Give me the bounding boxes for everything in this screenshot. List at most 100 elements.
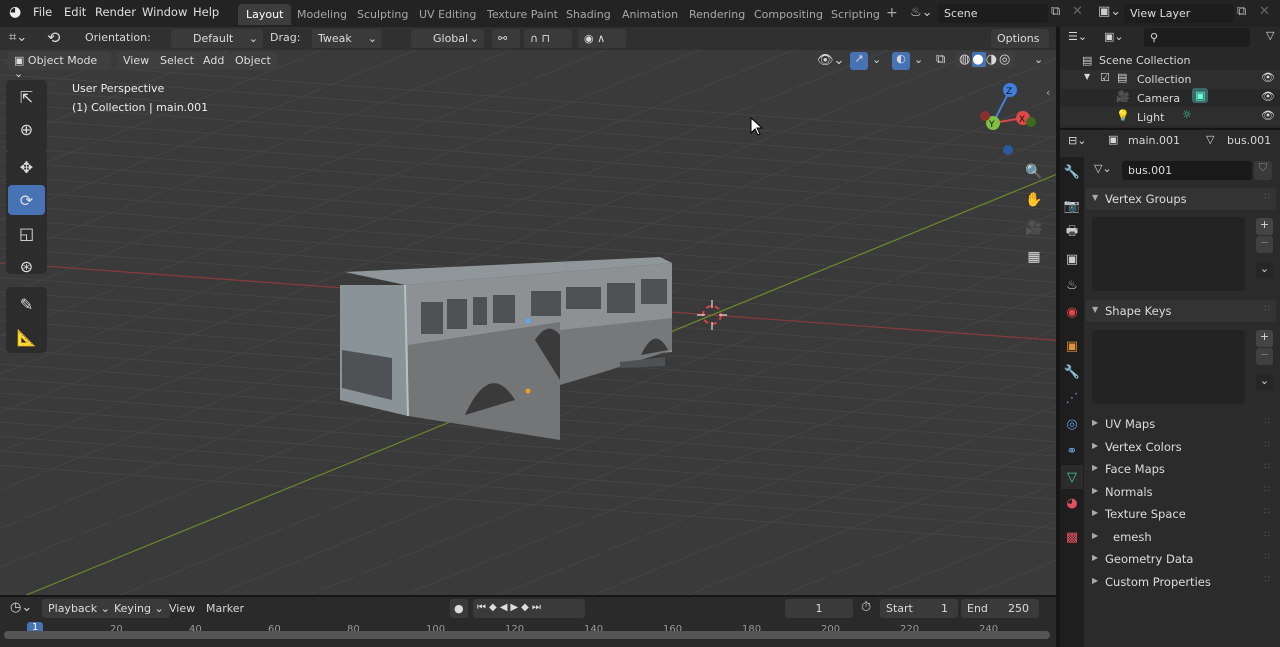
vertex-groups-list[interactable] bbox=[1092, 217, 1245, 291]
properties-tab-mesh-data-icon[interactable]: ▽ bbox=[1061, 465, 1083, 489]
xray-icon[interactable]: ⧉ bbox=[936, 52, 945, 67]
navigation-gizmo[interactable]: Z X Y bbox=[970, 80, 1045, 160]
mesh-data-field[interactable]: bus.001 bbox=[1122, 161, 1252, 180]
properties-tab-view-layer-icon[interactable]: ▣ bbox=[1061, 247, 1083, 271]
visibility-icon[interactable]: 👁⌄ bbox=[817, 53, 844, 68]
drag-grip-icon[interactable]: ∷ bbox=[1264, 575, 1270, 585]
outliner-item-scene-collection[interactable]: Scene Collection bbox=[1099, 54, 1190, 67]
tab-shading[interactable]: Shading bbox=[558, 4, 619, 25]
properties-tab-physics-icon[interactable]: ◎ bbox=[1061, 412, 1083, 436]
menu-window[interactable]: Window bbox=[142, 5, 187, 19]
properties-tab-material-icon[interactable]: ◕ bbox=[1061, 491, 1083, 515]
panel-custom-properties[interactable]: ▶ Custom Properties ∷ bbox=[1086, 571, 1276, 593]
add-shape-key-button[interactable]: + bbox=[1256, 330, 1273, 347]
eye-icon[interactable]: 👁 bbox=[1261, 90, 1275, 103]
tab-layout[interactable]: Layout bbox=[238, 4, 292, 25]
scene-selector-icon[interactable]: ♨⌄ bbox=[910, 5, 933, 20]
mesh-name[interactable]: bus.001 bbox=[1227, 134, 1271, 147]
eye-icon[interactable]: 👁 bbox=[1261, 109, 1275, 122]
view-layer-field[interactable]: View Layer bbox=[1124, 4, 1234, 23]
timeline-editor-icon[interactable]: ◷⌄ bbox=[10, 600, 32, 615]
menu-object[interactable]: Object bbox=[229, 52, 277, 70]
menu-keying[interactable]: Keying ⌄ bbox=[108, 599, 170, 618]
drag-grip-icon[interactable]: ∷ bbox=[1264, 485, 1270, 495]
properties-tab-constraints-icon[interactable]: ⚭ bbox=[1061, 439, 1083, 463]
tab-texture-paint[interactable]: Texture Paint bbox=[479, 4, 566, 25]
orientation-dropdown[interactable]: Default ⌄ bbox=[171, 29, 263, 48]
properties-tab-particles-icon[interactable]: ⋰ bbox=[1061, 386, 1083, 410]
options-dropdown[interactable]: Options ⌄ bbox=[991, 29, 1049, 58]
next-keyframe-icon[interactable]: ◆ bbox=[521, 602, 532, 613]
view-layer-filter-icon[interactable]: ▣⌄ bbox=[1104, 30, 1124, 43]
zoom-icon[interactable]: 🔍 bbox=[1022, 160, 1046, 184]
filter-icon[interactable]: ▽ bbox=[1266, 29, 1274, 42]
drag-grip-icon[interactable]: ∷ bbox=[1264, 507, 1270, 517]
properties-tab-object-icon[interactable]: ▣ bbox=[1061, 334, 1083, 358]
drag-grip-icon[interactable]: ∷ bbox=[1264, 530, 1270, 540]
panel-texture-space[interactable]: ▶ Texture Space ∷ bbox=[1086, 503, 1276, 525]
remove-vertex-group-button[interactable]: − bbox=[1256, 236, 1273, 253]
pivot-point-icon[interactable]: ⚯ bbox=[492, 29, 520, 48]
new-view-layer-icon[interactable]: ⧉ bbox=[1237, 4, 1246, 19]
drag-grip-icon[interactable]: ∷ bbox=[1264, 462, 1270, 472]
properties-tab-texture-icon[interactable]: ▩ bbox=[1061, 525, 1083, 549]
new-scene-icon[interactable]: ⧉ bbox=[1051, 4, 1060, 19]
jump-end-icon[interactable]: ⏭ bbox=[532, 602, 544, 613]
camera-view-icon[interactable]: 🎥 bbox=[1022, 216, 1046, 240]
shading-modes[interactable]: ◍●◑◎ bbox=[956, 51, 1016, 68]
3d-viewport[interactable]: ▣ Object Mode ⌄ View Select Add Object 👁… bbox=[0, 50, 1056, 595]
wireframe-shading-icon[interactable]: ◍ bbox=[959, 52, 972, 67]
panel-shape-keys[interactable]: ▼ Shape Keys ∷ bbox=[1086, 300, 1276, 322]
tab-uv-editing[interactable]: UV Editing bbox=[411, 4, 484, 25]
cursor-tool-icon[interactable]: ⊕ bbox=[8, 114, 45, 144]
vertex-group-specials-icon[interactable]: ⌄ bbox=[1256, 262, 1273, 279]
menu-render[interactable]: Render bbox=[95, 5, 136, 19]
tab-sculpting[interactable]: Sculpting bbox=[349, 4, 416, 25]
checkbox-icon[interactable]: ☑ bbox=[1100, 71, 1110, 84]
end-frame-field[interactable]: End 250 bbox=[961, 599, 1039, 618]
drag-dropdown[interactable]: Tweak ⌄ bbox=[312, 29, 382, 48]
snap-icon[interactable]: ∩ ⊓ bbox=[524, 29, 572, 48]
tab-scripting[interactable]: Scripting bbox=[823, 4, 888, 25]
sidebar-toggle-icon[interactable]: ‹ bbox=[1046, 86, 1050, 99]
perspective-toggle-icon[interactable]: ▦ bbox=[1022, 245, 1046, 269]
measure-tool-icon[interactable]: 📐 bbox=[8, 322, 45, 352]
menu-view[interactable]: View bbox=[117, 52, 156, 70]
scene-field[interactable]: Scene bbox=[938, 4, 1048, 23]
solid-shading-icon[interactable]: ● bbox=[972, 52, 986, 67]
display-mode-icon[interactable]: ☰⌄ bbox=[1068, 30, 1087, 43]
jump-start-icon[interactable]: ⏮ bbox=[477, 602, 489, 613]
menu-playback[interactable]: Playback ⌄ bbox=[42, 599, 116, 618]
material-shading-icon[interactable]: ◑ bbox=[986, 52, 999, 67]
mesh-browse-icon[interactable]: ▽⌄ bbox=[1094, 162, 1112, 175]
move-tool-icon[interactable]: ✥ bbox=[8, 152, 45, 182]
menu-edit[interactable]: Edit bbox=[64, 5, 86, 19]
chevron-down-icon[interactable]: ⌄ bbox=[914, 53, 923, 66]
delete-view-layer-icon[interactable]: ✕ bbox=[1259, 4, 1270, 19]
expand-arrow-icon[interactable]: ▼ bbox=[1084, 72, 1090, 81]
panel-emesh[interactable]: ▶ emesh ∷ bbox=[1086, 526, 1276, 548]
proportional-edit-icon[interactable]: ◉ ∧ bbox=[578, 29, 626, 48]
shape-keys-list[interactable] bbox=[1092, 330, 1245, 404]
rendered-shading-icon[interactable]: ◎ bbox=[999, 52, 1012, 67]
mode-dropdown[interactable]: ▣ Object Mode ⌄ bbox=[8, 52, 111, 80]
chevron-down-icon[interactable]: ⌄ bbox=[872, 53, 881, 66]
tab-animation[interactable]: Animation bbox=[614, 4, 686, 25]
menu-file[interactable]: File bbox=[33, 5, 52, 19]
panel-vertex-colors[interactable]: ▶ Vertex Colors ∷ bbox=[1086, 436, 1276, 458]
scale-tool-icon[interactable]: ◱ bbox=[8, 218, 45, 248]
properties-tab-tool-icon[interactable]: 🔧 bbox=[1061, 160, 1083, 184]
tab-compositing[interactable]: Compositing bbox=[746, 4, 831, 25]
object-name[interactable]: main.001 bbox=[1128, 134, 1180, 147]
drag-grip-icon[interactable]: ∷ bbox=[1264, 417, 1270, 427]
play-reverse-icon[interactable]: ◀ bbox=[500, 602, 511, 613]
add-vertex-group-button[interactable]: + bbox=[1256, 218, 1273, 235]
delete-scene-icon[interactable]: ✕ bbox=[1072, 4, 1083, 19]
play-icon[interactable]: ▶ bbox=[510, 602, 521, 613]
properties-tab-output-icon[interactable]: 🖶 bbox=[1061, 221, 1083, 245]
menu-select[interactable]: Select bbox=[154, 52, 200, 70]
light-data-icon[interactable]: ☼ bbox=[1182, 108, 1192, 121]
shape-key-specials-icon[interactable]: ⌄ bbox=[1256, 374, 1273, 391]
select-tool-icon[interactable]: ⇱ bbox=[8, 82, 45, 112]
add-workspace-button[interactable]: + bbox=[886, 5, 898, 21]
